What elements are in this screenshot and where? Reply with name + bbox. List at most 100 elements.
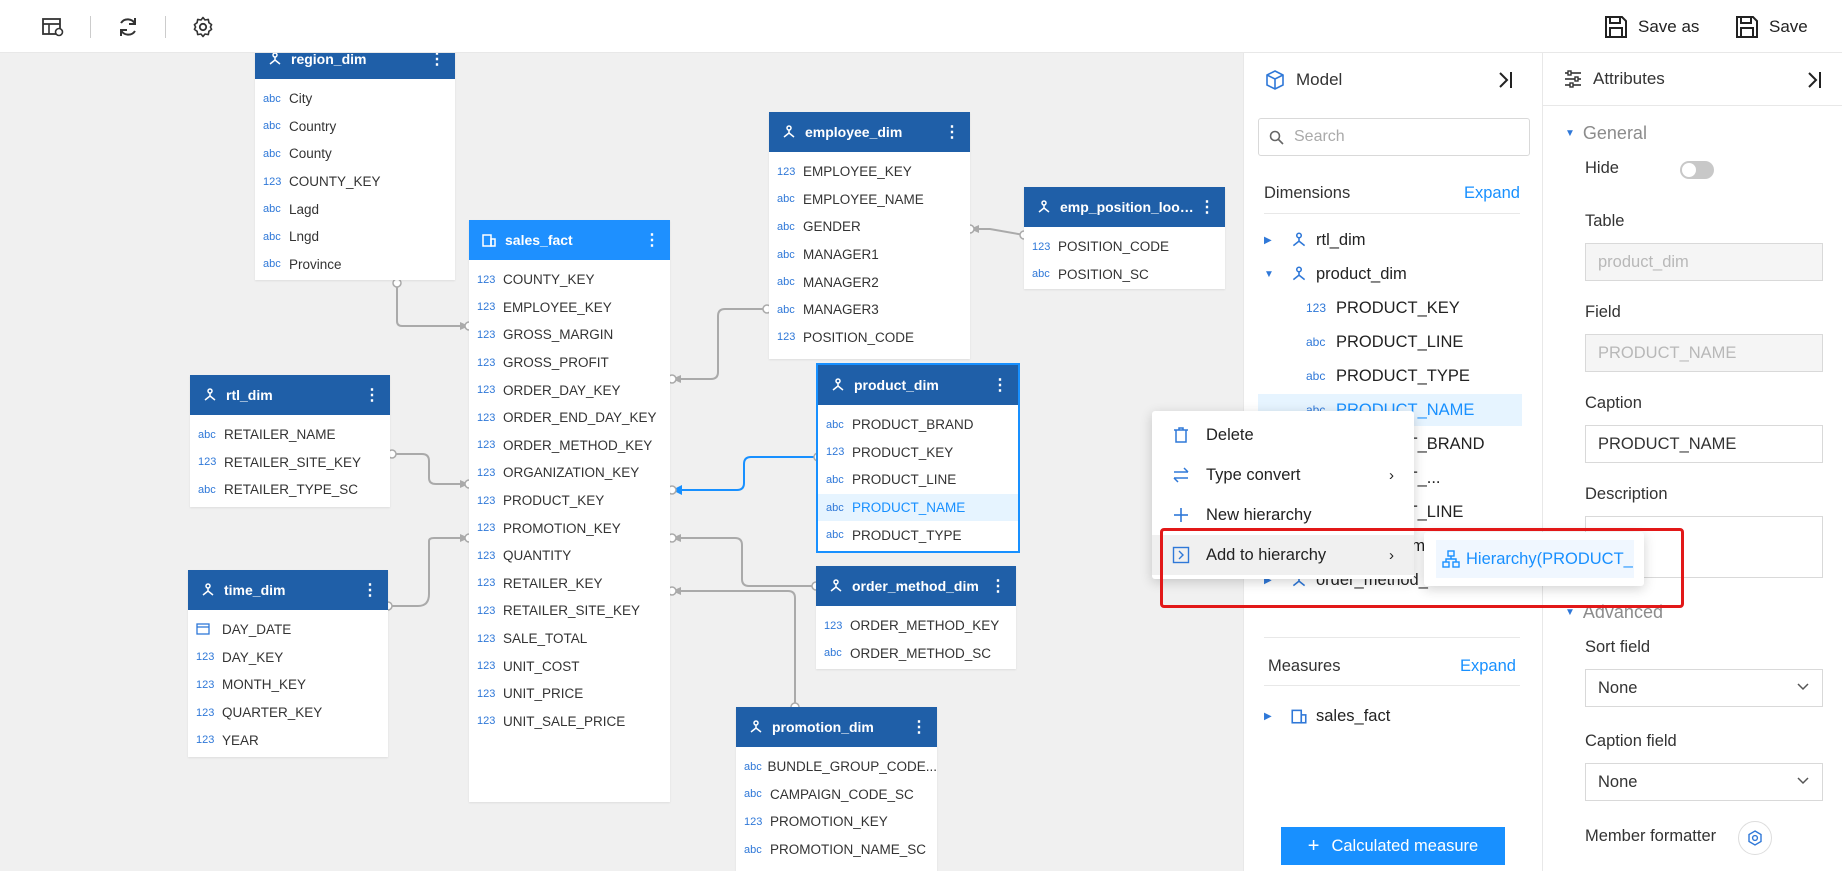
more-icon[interactable]: ⋮ [944, 122, 960, 142]
field-row[interactable]: 123 COUNTY_KEY [469, 266, 670, 294]
field-row[interactable]: abc City [255, 85, 455, 113]
more-icon[interactable]: ⋮ [990, 576, 1006, 596]
field-row[interactable]: 123 EMPLOYEE_KEY [469, 294, 670, 322]
field-row[interactable]: 123 DAY_KEY [188, 644, 388, 672]
node-header[interactable]: time_dim ⋮ [188, 570, 388, 610]
search-box[interactable] [1258, 118, 1530, 156]
member-formatter-button[interactable] [1738, 821, 1772, 855]
field-row[interactable]: abc MANAGER3 [769, 296, 970, 324]
field-row[interactable]: 123 UNIT_PRICE [469, 680, 670, 708]
field-row[interactable]: 123 RETAILER_SITE_KEY [469, 597, 670, 625]
node-header[interactable]: product_dim ⋮ [818, 365, 1018, 405]
field-row[interactable]: abc PROMOTION_NAME_SC [736, 836, 937, 864]
tree-field[interactable]: abc PRODUCT_LINE [1306, 326, 1520, 358]
model-canvas[interactable]: region_dim ⋮ abc City abc Country abc Count… [0, 53, 1243, 871]
caret-down-icon[interactable]: ▼ [1264, 269, 1276, 280]
table-node-promotion-dim[interactable]: promotion_dim ⋮ abc BUNDLE_GROUP_CODE... … [736, 707, 937, 871]
menu-item-delete[interactable]: Delete [1152, 415, 1414, 455]
more-icon[interactable]: ⋮ [911, 717, 927, 737]
field-row[interactable]: 123 PROMOTION_KEY [736, 808, 937, 836]
field-row[interactable]: 123 YEAR [188, 726, 388, 754]
field-row[interactable]: abc GENDER [769, 213, 970, 241]
field-row[interactable]: abc MANAGER2 [769, 268, 970, 296]
table-node-emp-position-lookup[interactable]: emp_position_look... ⋮ 123 POSITION_CODE … [1024, 187, 1225, 289]
caret-right-icon[interactable]: ▶ [1264, 235, 1276, 246]
field-row[interactable]: 123 COUNTY_KEY [255, 168, 455, 196]
advanced-section-toggle[interactable]: ▼ Advanced [1565, 602, 1663, 623]
node-header[interactable]: sales_fact ⋮ [469, 220, 670, 260]
table-node-product-dim[interactable]: product_dim ⋮ abc PRODUCT_BRAND 123 PRODUC… [816, 363, 1020, 553]
table-node-sales-fact[interactable]: sales_fact ⋮ 123 COUNTY_KEY 123 EMPLOYEE_K… [469, 220, 670, 802]
caption-input[interactable]: PRODUCT_NAME [1585, 425, 1823, 463]
sort-field-select[interactable]: None [1585, 669, 1823, 707]
field-row[interactable]: abc RETAILER_NAME [190, 421, 390, 449]
general-section-toggle[interactable]: ▼ General [1565, 123, 1647, 144]
gear-icon[interactable] [190, 14, 216, 40]
menu-item-add-to-hierarchy[interactable]: Add to hierarchy › [1152, 535, 1414, 575]
field-row[interactable]: abc ORDER_METHOD_SC [816, 640, 1016, 668]
field-row[interactable]: 123 EMPLOYEE_KEY [769, 158, 970, 186]
menu-item-new-hierarchy[interactable]: New hierarchy [1152, 495, 1414, 535]
node-header[interactable]: region_dim ⋮ [255, 53, 455, 79]
field-row[interactable]: abc POSITION_SC [1024, 261, 1225, 289]
collapse-panel-icon[interactable] [1805, 69, 1825, 93]
field-row[interactable]: abc MANAGER1 [769, 241, 970, 269]
dimensions-expand-link[interactable]: Expand [1464, 184, 1520, 203]
tree-field[interactable]: abc PRODUCT_TYPE [1306, 360, 1520, 392]
field-row[interactable]: abc PRODUCT_TYPE [818, 521, 1018, 549]
table-node-time-dim[interactable]: time_dim ⋮ DAY_DATE 123 DAY_KEY 123 MONTH_… [188, 570, 388, 757]
refresh-icon[interactable] [115, 14, 141, 40]
submenu-item-hierarchy[interactable]: Hierarchy(PRODUCT_NAME) [1436, 540, 1634, 578]
field-row[interactable]: abc Country [255, 113, 455, 141]
more-icon[interactable]: ⋮ [1199, 197, 1215, 217]
node-header[interactable]: order_method_dim ⋮ [816, 566, 1016, 606]
field-row[interactable]: abc EMPLOYEE_NAME [769, 186, 970, 214]
save-as-button[interactable]: Save as [1604, 13, 1699, 41]
caret-right-icon[interactable]: ▶ [1264, 711, 1276, 722]
field-row[interactable]: 123 QUANTITY [469, 542, 670, 570]
field-row[interactable]: 123 ORDER_METHOD_KEY [469, 432, 670, 460]
node-header[interactable]: rtl_dim ⋮ [190, 375, 390, 415]
table-node-employee-dim[interactable]: employee_dim ⋮ 123 EMPLOYEE_KEY abc EMPLOY… [769, 112, 970, 359]
field-row[interactable]: 123 UNIT_COST [469, 652, 670, 680]
table-settings-icon[interactable] [40, 14, 66, 40]
save-button[interactable]: Save [1735, 13, 1808, 41]
field-row[interactable]: 123 ORDER_END_DAY_KEY [469, 404, 670, 432]
more-icon[interactable]: ⋮ [429, 53, 445, 69]
field-row[interactable]: abc Province [255, 251, 455, 279]
table-node-region-dim[interactable]: region_dim ⋮ abc City abc Country abc Count… [255, 53, 455, 280]
field-row[interactable]: 123 PRODUCT_KEY [469, 487, 670, 515]
menu-item-type-convert[interactable]: Type convert › [1152, 455, 1414, 495]
field-row[interactable]: 123 UNIT_SALE_PRICE [469, 708, 670, 736]
field-row[interactable]: abc Lagd [255, 195, 455, 223]
measures-expand-link[interactable]: Expand [1460, 657, 1516, 676]
search-input[interactable] [1292, 127, 1516, 147]
table-node-rtl-dim[interactable]: rtl_dim ⋮ abc RETAILER_NAME 123 RETAILER_S… [190, 375, 390, 507]
field-row[interactable]: 123 POSITION_CODE [1024, 233, 1225, 261]
field-row[interactable]: 123 SALE_TOTAL [469, 625, 670, 653]
field-row[interactable]: 123 MONTH_KEY [188, 671, 388, 699]
tree-node-product-dim[interactable]: ▼ product_dim [1264, 258, 1520, 290]
caption-field-select[interactable]: None [1585, 763, 1823, 801]
field-row[interactable]: abc PRODUCT_BRAND [818, 411, 1018, 439]
field-row[interactable]: 123 ORDER_DAY_KEY [469, 376, 670, 404]
more-icon[interactable]: ⋮ [644, 230, 660, 250]
collapse-panel-icon[interactable] [1496, 69, 1516, 93]
more-icon[interactable]: ⋮ [364, 385, 380, 405]
field-row[interactable]: 123 GROSS_MARGIN [469, 321, 670, 349]
field-row[interactable]: abc County [255, 140, 455, 168]
field-row[interactable]: 123 PRODUCT_KEY [818, 439, 1018, 467]
field-row[interactable]: abc PRODUCT_LINE [818, 466, 1018, 494]
field-row[interactable]: 123 RETAILER_SITE_KEY [190, 449, 390, 477]
field-row[interactable]: abc BUNDLE_GROUP_CODE... [736, 753, 937, 781]
node-header[interactable]: employee_dim ⋮ [769, 112, 970, 152]
hide-toggle[interactable] [1680, 161, 1714, 179]
field-row[interactable]: 123 ORGANIZATION_KEY [469, 459, 670, 487]
field-row[interactable]: abc Lngd [255, 223, 455, 251]
field-row[interactable]: 123 RETAILER_KEY [469, 570, 670, 598]
field-row[interactable]: 123 PROMOTION_KEY [469, 514, 670, 542]
field-row-selected[interactable]: abc PRODUCT_NAME [818, 493, 1018, 522]
field-row[interactable]: abc CAMPAIGN_CODE_SC [736, 781, 937, 809]
node-header[interactable]: promotion_dim ⋮ [736, 707, 937, 747]
tree-node-sales-fact[interactable]: ▶ sales_fact [1264, 700, 1520, 732]
